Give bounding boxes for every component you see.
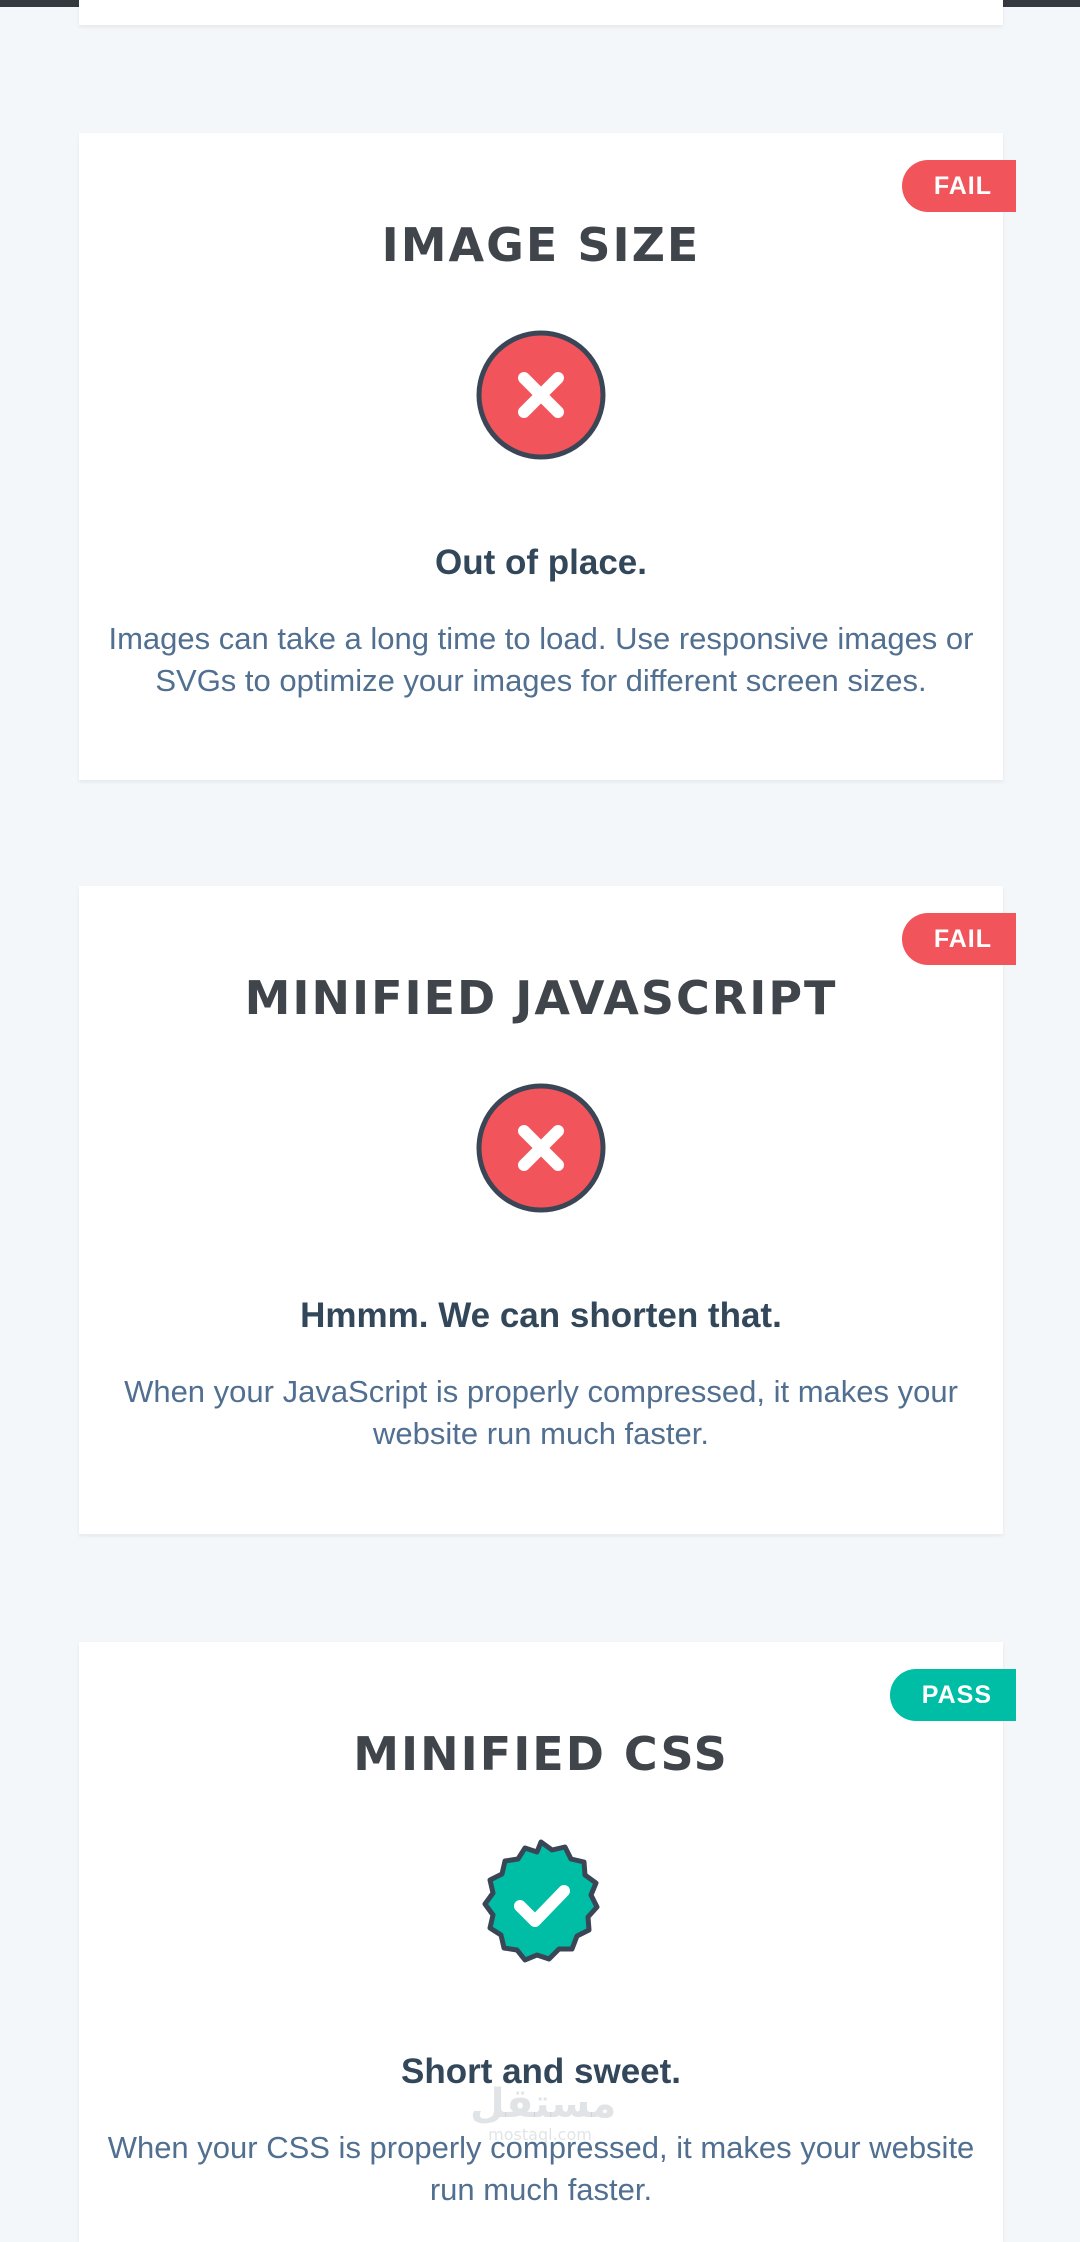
card-title: MINIFIED JAVASCRIPT: [244, 971, 838, 1025]
audit-card-image-size: FAIL IMAGE SIZE Out of place. Images can…: [79, 133, 1016, 780]
fail-badge: FAIL: [901, 913, 1016, 965]
card-title: MINIFIED CSS: [353, 1727, 729, 1781]
card-subtitle: Out of place.: [435, 543, 647, 582]
card-subtitle: Hmmm. We can shorten that.: [300, 1296, 782, 1335]
audit-card-minified-javascript: FAIL MINIFIED JAVASCRIPT Hmmm. We can sh…: [79, 886, 1016, 1534]
previous-card-partial: [79, 0, 1003, 25]
check-badge-icon: [475, 1838, 607, 1970]
x-circle-icon: [475, 329, 607, 461]
pass-badge: PASS: [889, 1669, 1016, 1721]
card-description: When your JavaScript is properly compres…: [124, 1374, 958, 1451]
fail-badge: FAIL: [901, 160, 1016, 212]
card-subtitle: Short and sweet.: [400, 2052, 682, 2091]
card-title: IMAGE SIZE: [381, 218, 701, 272]
x-circle-icon: [475, 1082, 607, 1214]
audit-card-minified-css: PASS MINIFIED CSS Short and sweet. When …: [79, 1642, 1016, 2242]
card-description: Images can take a long time to load. Use…: [108, 621, 974, 698]
card-description: When your CSS is properly compressed, it…: [107, 2130, 975, 2207]
